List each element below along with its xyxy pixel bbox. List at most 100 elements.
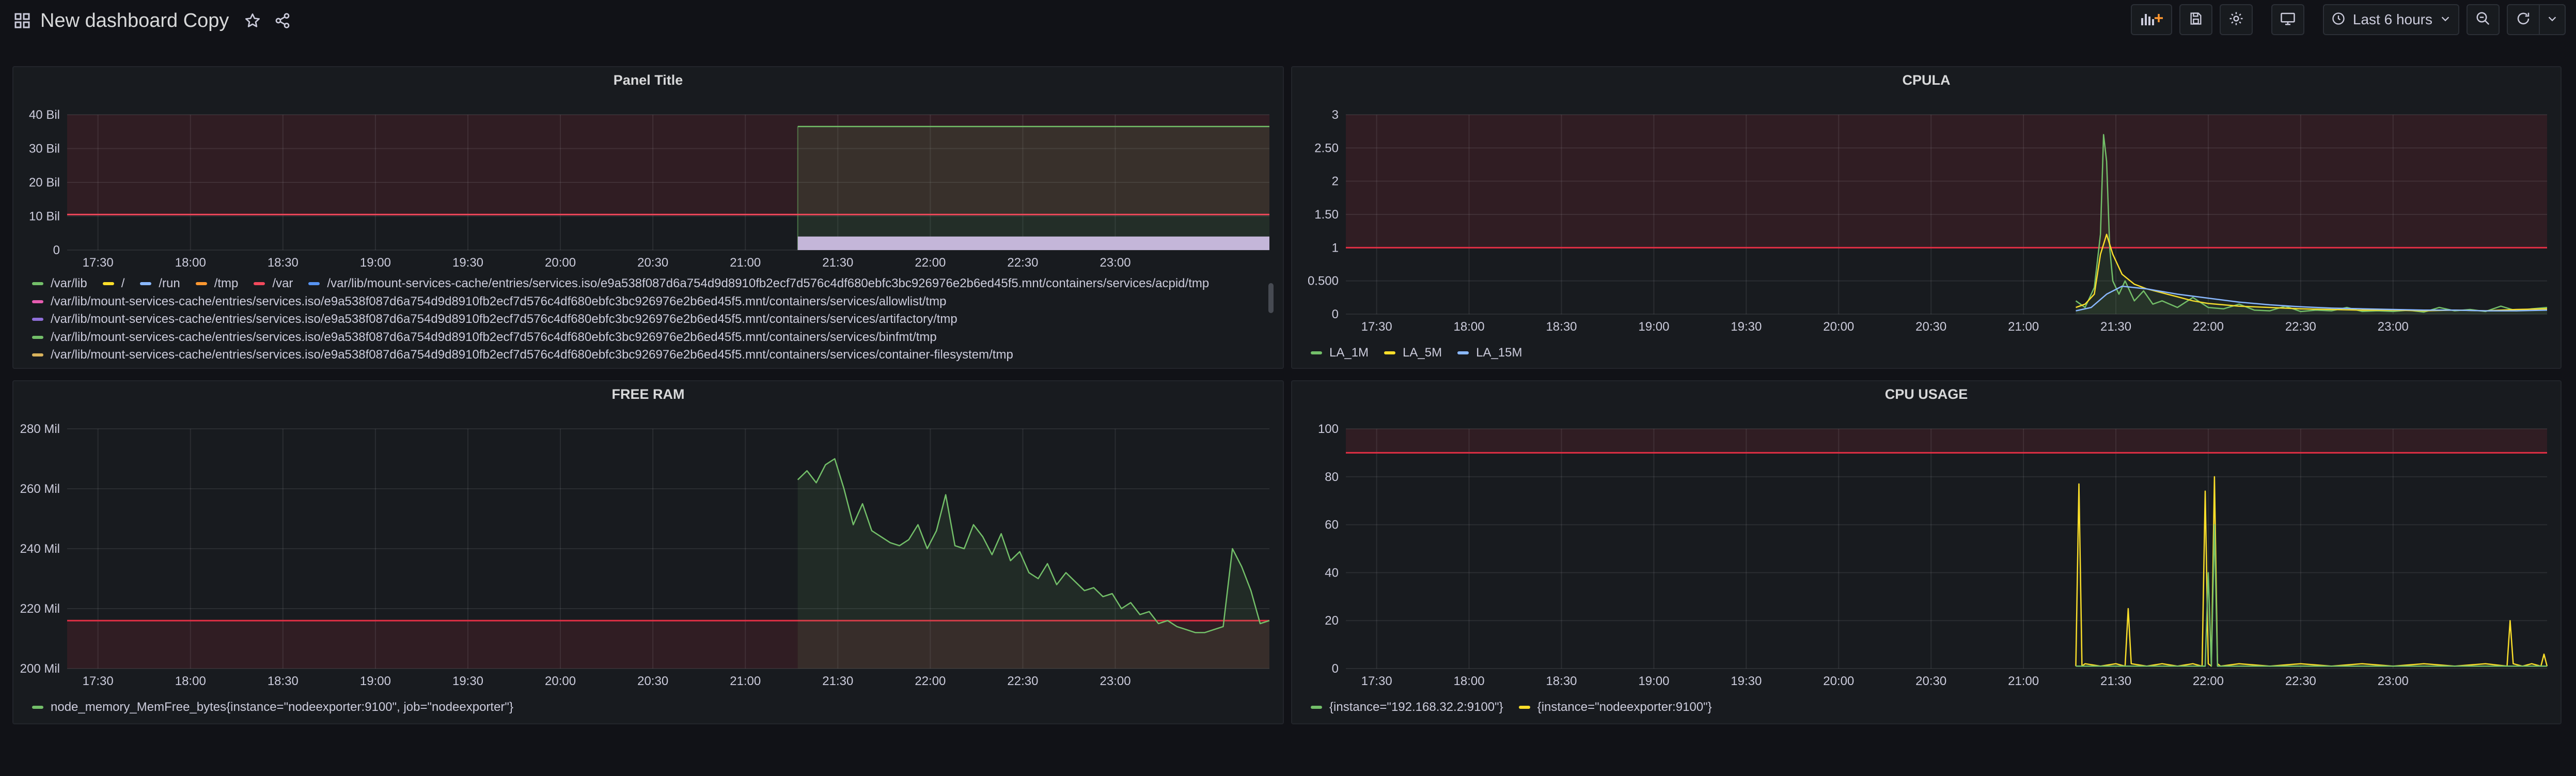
- legend-item[interactable]: /var: [254, 276, 293, 291]
- x-tick-label: 20:30: [637, 674, 668, 688]
- x-tick-label: 17:30: [1361, 674, 1392, 688]
- y-tick-label: 0: [1332, 662, 1339, 676]
- y-tick-label: 280 Mil: [20, 422, 60, 436]
- time-range-picker[interactable]: Last 6 hours: [2322, 4, 2459, 35]
- legend: LA_1M LA_5M LA_15M: [1311, 344, 1537, 362]
- legend-row: LA_1M LA_5M LA_15M: [1311, 344, 1537, 362]
- add-panel-button[interactable]: [2130, 4, 2172, 35]
- legend-label: node_memory_MemFree_bytes{instance="node…: [51, 700, 513, 715]
- settings-icon: [2228, 11, 2244, 29]
- series-band: [797, 236, 1269, 250]
- legend-row: /var/lib/mount-services-cache/entries/se…: [32, 346, 1266, 364]
- legend-swatch: [254, 282, 265, 286]
- x-tick-label: 20:30: [1915, 674, 1946, 688]
- y-tick-label: 40: [1325, 566, 1339, 580]
- legend-scrollbar[interactable]: [1268, 283, 1274, 313]
- x-tick-label: 18:00: [175, 674, 206, 688]
- legend-row: /var/lib/mount-services-cache/entries/se…: [32, 329, 1266, 347]
- series-line: [2076, 524, 2547, 667]
- legend-swatch: [1518, 706, 1530, 709]
- legend-item[interactable]: /: [102, 276, 124, 291]
- legend-swatch: [140, 282, 152, 286]
- x-tick-label: 19:30: [452, 674, 483, 688]
- legend-item[interactable]: {instance="nodeexporter:9100"}: [1518, 700, 1712, 715]
- legend-item[interactable]: /tmp: [195, 276, 239, 291]
- legend-label: /var/lib/mount-services-cache/entries/se…: [51, 330, 937, 344]
- free-ram-chart[interactable]: 200 Mil 220 Mil 240 Mil 260 Mil 280 Mil 17:30…: [13, 381, 1285, 725]
- legend-label: LA_1M: [1329, 346, 1369, 360]
- legend-swatch: [1311, 351, 1322, 355]
- zoom-out-icon: [2475, 11, 2491, 29]
- add-panel-icon: [2140, 11, 2163, 29]
- panel-disk-usage[interactable]: Panel Title 0 10 Bil 20 Bil 30 Bil 40 Bil 17:…: [12, 66, 1284, 369]
- legend-swatch: [1384, 351, 1396, 355]
- save-dashboard-button[interactable]: [2179, 4, 2212, 35]
- cpu-usage-chart[interactable]: 0 20 40 60 80 100 17:30 18:00 18:30 19:00 19:30 20:…: [1292, 381, 2563, 725]
- zoom-out-button[interactable]: [2467, 4, 2500, 35]
- star-icon[interactable]: [244, 12, 261, 29]
- legend-item[interactable]: {instance="192.168.32.2:9100"}: [1311, 700, 1503, 715]
- legend-item[interactable]: /var/lib/mount-services-cache/entries/se…: [32, 312, 957, 327]
- x-tick-label: 18:00: [1454, 320, 1485, 334]
- dashboard-settings-button[interactable]: [2219, 4, 2253, 35]
- legend-item[interactable]: /run: [140, 276, 180, 291]
- legend-item[interactable]: /var/lib/mount-services-cache/entries/se…: [32, 294, 946, 309]
- legend-swatch: [195, 282, 207, 286]
- x-tick-label: 17:30: [1361, 320, 1392, 334]
- legend-label: /tmp: [214, 276, 239, 291]
- legend-label: /var/lib: [51, 276, 87, 291]
- legend: node_memory_MemFree_bytes{instance="node…: [32, 699, 529, 717]
- dashboard-title[interactable]: New dashboard Copy: [40, 10, 229, 32]
- legend-item[interactable]: /var/lib: [32, 276, 87, 291]
- legend-swatch: [102, 282, 114, 286]
- panel-cpula[interactable]: CPULA 0 0.500 1 1.50 2 2.50 3 17:30 18:00 18:30 19…: [1291, 66, 2562, 369]
- y-tick-label: 2: [1332, 175, 1339, 189]
- y-tick-label: 260 Mil: [20, 482, 60, 496]
- y-tick-label: 30 Bil: [29, 142, 60, 156]
- apps-icon[interactable]: [14, 13, 30, 28]
- x-tick-label: 22:30: [2285, 320, 2316, 334]
- panel-cpu-usage[interactable]: CPU USAGE 0 20 40 60 80 100 17:30 18:00 18:30 19:…: [1291, 380, 2562, 724]
- y-tick-label: 2.50: [1314, 141, 1339, 155]
- cpula-chart[interactable]: 0 0.500 1 1.50 2 2.50 3 17:30 18:00 18:30 19:00 19:…: [1292, 67, 2563, 370]
- legend-swatch: [32, 335, 43, 339]
- legend-item[interactable]: LA_15M: [1457, 346, 1522, 360]
- y-tick-label: 0: [53, 243, 60, 257]
- legend: /var/lib / /run /tmp /var /var/lib/mount…: [32, 275, 1266, 364]
- legend-item[interactable]: /var/lib/mount-services-cache/entries/se…: [32, 330, 937, 345]
- x-tick-label: 20:00: [1823, 320, 1854, 334]
- panel-free-ram[interactable]: FREE RAM 200 Mil 220 Mil 240 Mil 260 Mil 280…: [12, 380, 1284, 724]
- x-tick-label: 23:00: [2378, 674, 2409, 688]
- x-tick-label: 21:00: [2008, 320, 2039, 334]
- clock-icon: [2331, 11, 2346, 28]
- y-tick-label: 40 Bil: [29, 108, 60, 122]
- legend-item[interactable]: /var/lib/mount-services-cache/entries/se…: [308, 276, 1209, 291]
- tv-mode-button[interactable]: [2271, 4, 2304, 35]
- legend-item[interactable]: /var/lib/mount-services-cache/entries/se…: [32, 348, 1013, 362]
- refresh-interval-dropdown[interactable]: [2540, 4, 2566, 35]
- tv-mode-icon: [2280, 11, 2296, 29]
- x-tick-label: 20:00: [545, 674, 576, 688]
- y-tick-label: 100: [1318, 422, 1339, 436]
- x-tick-label: 20:30: [637, 256, 668, 270]
- y-tick-label: 220 Mil: [20, 602, 60, 616]
- legend-item[interactable]: LA_1M: [1311, 346, 1369, 360]
- x-tick-label: 21:00: [730, 674, 761, 688]
- legend-swatch: [32, 300, 43, 303]
- x-tick-label: 21:00: [2008, 674, 2039, 688]
- chevron-down-icon: [2547, 13, 2558, 27]
- legend-swatch: [1457, 351, 1469, 355]
- share-icon[interactable]: [274, 12, 291, 29]
- y-tick-label: 20 Bil: [29, 176, 60, 190]
- refresh-button[interactable]: [2507, 4, 2540, 35]
- x-tick-label: 18:30: [1546, 320, 1577, 334]
- y-tick-label: 80: [1325, 470, 1339, 484]
- x-tick-label: 22:00: [2193, 674, 2224, 688]
- legend-label: {instance="192.168.32.2:9100"}: [1329, 700, 1503, 715]
- legend-item[interactable]: node_memory_MemFree_bytes{instance="node…: [32, 700, 513, 715]
- legend-item[interactable]: LA_5M: [1384, 346, 1442, 360]
- legend-swatch: [1311, 706, 1322, 709]
- x-tick-label: 22:00: [915, 674, 946, 688]
- x-tick-label: 22:30: [1007, 674, 1038, 688]
- series-area: [797, 126, 1269, 250]
